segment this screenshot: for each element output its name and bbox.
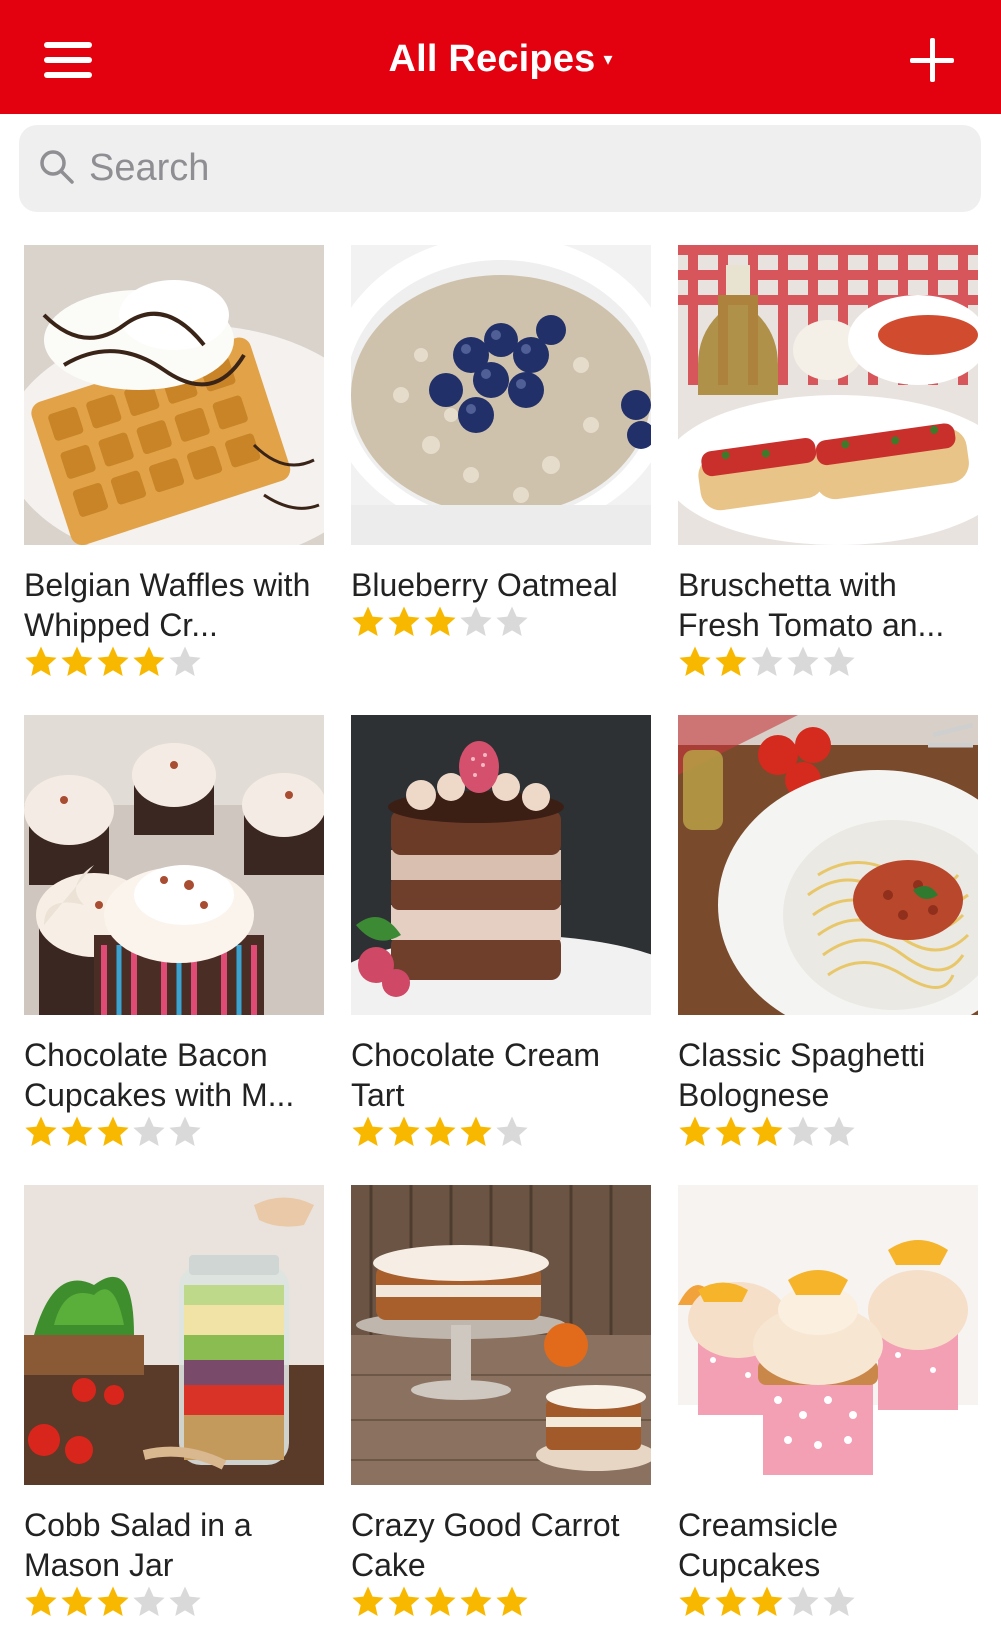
recipe-name: Chocolate Bacon Cupcakes with M... (24, 1037, 295, 1113)
recipe-photo (24, 715, 324, 1015)
recipe-card-creamsicle-cupcakes[interactable]: Creamsicle Cupcakes (678, 1185, 978, 1625)
recipe-photo (678, 715, 978, 1015)
recipe-name: Bruschetta with Fresh Tomato an... (678, 567, 945, 643)
search-input[interactable] (89, 125, 949, 212)
recipe-card-chocolate-bacon-cupcakes[interactable]: Chocolate Bacon Cupcakes with M... (24, 715, 324, 1155)
star-filled-icon (715, 646, 747, 676)
star-empty-icon (787, 646, 819, 676)
star-filled-icon (25, 646, 57, 676)
star-empty-icon (169, 646, 201, 676)
star-filled-icon (61, 646, 93, 676)
star-filled-icon (61, 1586, 93, 1616)
star-empty-icon (751, 646, 783, 676)
search-bar[interactable] (19, 125, 981, 212)
star-empty-icon (823, 646, 855, 676)
star-filled-icon (424, 606, 456, 636)
star-filled-icon (679, 1116, 711, 1146)
recipe-photo (678, 245, 978, 545)
star-filled-icon (133, 646, 165, 676)
star-filled-icon (352, 606, 384, 636)
recipe-name: Crazy Good Carrot Cake (351, 1507, 620, 1583)
star-filled-icon (97, 1586, 129, 1616)
chevron-down-icon: ▾ (603, 49, 613, 69)
rating-stars (351, 1115, 651, 1153)
star-filled-icon (679, 646, 711, 676)
recipe-photo (678, 1185, 978, 1485)
star-empty-icon (169, 1116, 201, 1146)
recipe-card-blueberry-oatmeal[interactable]: Blueberry Oatmeal (351, 245, 651, 685)
star-empty-icon (823, 1586, 855, 1616)
star-filled-icon (460, 1116, 492, 1146)
star-filled-icon (679, 1586, 711, 1616)
recipe-photo (24, 1185, 324, 1485)
star-filled-icon (715, 1116, 747, 1146)
recipe-photo (24, 245, 324, 545)
star-filled-icon (388, 1586, 420, 1616)
star-empty-icon (169, 1586, 201, 1616)
star-filled-icon (751, 1586, 783, 1616)
star-filled-icon (25, 1586, 57, 1616)
star-filled-icon (388, 606, 420, 636)
recipe-card-bruschetta[interactable]: Bruschetta with Fresh Tomato an... (678, 245, 978, 685)
star-empty-icon (133, 1586, 165, 1616)
star-empty-icon (496, 606, 528, 636)
star-filled-icon (424, 1116, 456, 1146)
recipe-card-spaghetti-bolognese[interactable]: Classic Spaghetti Bolognese (678, 715, 978, 1155)
recipe-card-cobb-salad[interactable]: Cobb Salad in a Mason Jar (24, 1185, 324, 1625)
star-filled-icon (460, 1586, 492, 1616)
rating-stars (351, 1585, 651, 1623)
recipe-collection-selector[interactable]: All Recipes ▾ (0, 38, 1001, 81)
rating-stars (351, 605, 651, 643)
rating-stars (678, 1115, 978, 1153)
star-empty-icon (133, 1116, 165, 1146)
recipe-name: Creamsicle Cupcakes (678, 1507, 839, 1583)
top-navigation-bar: All Recipes ▾ (0, 0, 1001, 114)
star-filled-icon (352, 1586, 384, 1616)
recipe-name: Chocolate Cream Tart (351, 1037, 600, 1113)
recipe-name: Classic Spaghetti Bolognese (678, 1037, 926, 1113)
search-icon (40, 150, 74, 184)
star-filled-icon (496, 1586, 528, 1616)
recipe-photo (351, 715, 651, 1015)
page-title: All Recipes (388, 38, 596, 80)
star-empty-icon (496, 1116, 528, 1146)
rating-stars (678, 1585, 978, 1623)
rating-stars (24, 1585, 324, 1623)
recipe-name: Cobb Salad in a Mason Jar (24, 1507, 252, 1583)
rating-stars (24, 645, 324, 683)
star-filled-icon (715, 1586, 747, 1616)
plus-icon-stroke (930, 38, 935, 82)
star-filled-icon (751, 1116, 783, 1146)
recipe-card-carrot-cake[interactable]: Crazy Good Carrot Cake (351, 1185, 651, 1625)
star-filled-icon (61, 1116, 93, 1146)
star-filled-icon (25, 1116, 57, 1146)
star-filled-icon (424, 1586, 456, 1616)
recipe-card-chocolate-cream-tart[interactable]: Chocolate Cream Tart (351, 715, 651, 1155)
recipe-photo (351, 1185, 651, 1485)
recipe-name: Belgian Waffles with Whipped Cr... (24, 567, 311, 643)
star-filled-icon (97, 646, 129, 676)
star-empty-icon (787, 1586, 819, 1616)
add-recipe-button[interactable] (910, 38, 954, 82)
recipe-photo (351, 245, 651, 545)
star-empty-icon (823, 1116, 855, 1146)
star-filled-icon (388, 1116, 420, 1146)
star-filled-icon (352, 1116, 384, 1146)
recipe-card-belgian-waffles[interactable]: Belgian Waffles with Whipped Cr... (24, 245, 324, 685)
star-empty-icon (787, 1116, 819, 1146)
rating-stars (24, 1115, 324, 1153)
star-filled-icon (97, 1116, 129, 1146)
star-empty-icon (460, 606, 492, 636)
rating-stars (678, 645, 978, 683)
